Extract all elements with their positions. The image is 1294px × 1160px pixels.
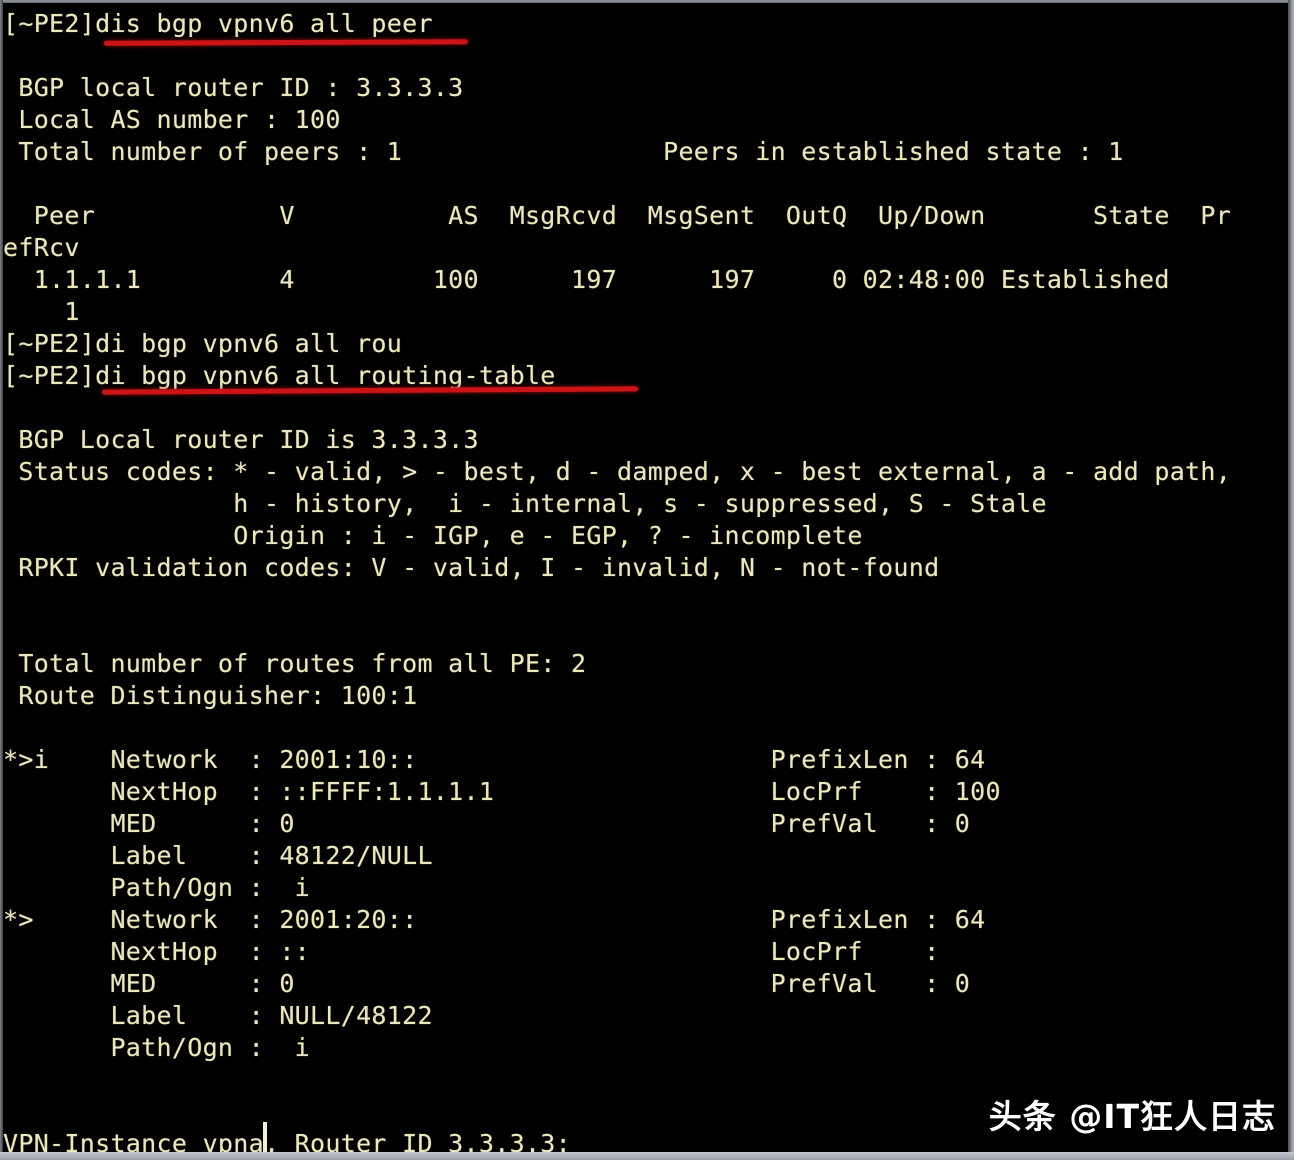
watermark-handle: @IT狂人日志: [1069, 1097, 1276, 1136]
watermark-brand: 头条: [988, 1097, 1057, 1136]
console-output-area[interactable]: [~PE2]dis bgp vpnv6 all peer BGP local r…: [3, 3, 1288, 1153]
window-bottom-edge: [0, 1152, 1294, 1160]
window-left-edge: [0, 0, 3, 1160]
window-top-edge: [0, 0, 1294, 3]
watermark: 头条 @IT狂人日志: [989, 1090, 1276, 1138]
text-cursor: [263, 1122, 267, 1156]
console-text: [~PE2]dis bgp vpnv6 all peer BGP local r…: [3, 9, 1232, 1153]
window-right-scrollbar[interactable]: [1288, 0, 1294, 1155]
terminal-window: [~PE2]dis bgp vpnv6 all peer BGP local r…: [0, 0, 1294, 1160]
